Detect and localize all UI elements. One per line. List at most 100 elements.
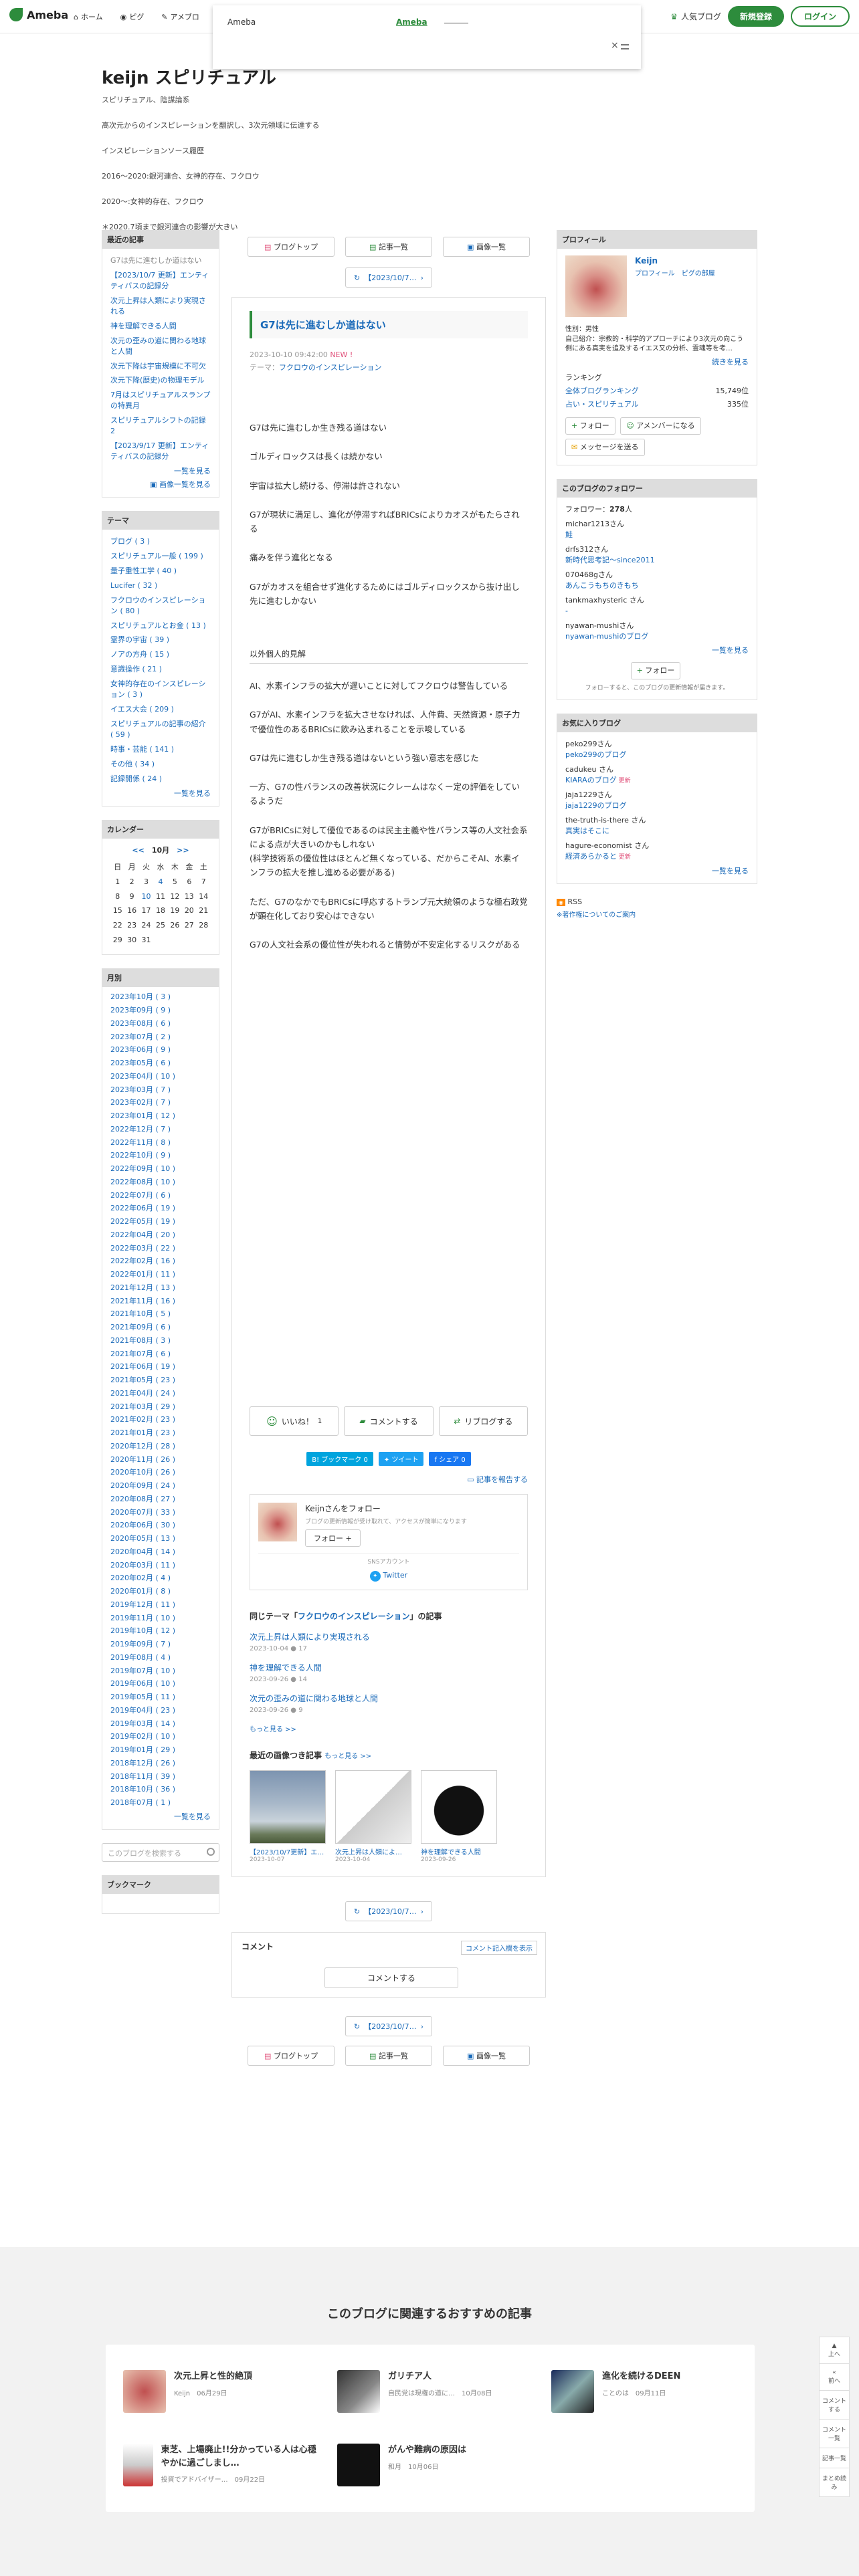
monthly-link[interactable]: 2023年07月 ( 2 ) bbox=[110, 1033, 171, 1041]
prev-article-button[interactable]: ↻ 【2023/10/7… › bbox=[345, 267, 433, 288]
monthly-item[interactable]: 2022年11月 ( 8 ) bbox=[110, 1138, 211, 1148]
monthly-item[interactable]: 2022年02月 ( 16 ) bbox=[110, 1257, 211, 1266]
theme-link[interactable]: 量子重性工学 ( 40 ) bbox=[110, 566, 177, 575]
monthly-item[interactable]: 2019年02月 ( 10 ) bbox=[110, 1732, 211, 1741]
monthly-link[interactable]: 2020年07月 ( 33 ) bbox=[110, 1508, 175, 1517]
monthly-link[interactable]: 2019年09月 ( 7 ) bbox=[110, 1640, 171, 1648]
calendar-next[interactable]: >> bbox=[177, 846, 189, 855]
facebook-share-button[interactable]: f シェア 0 bbox=[429, 1452, 471, 1467]
side-article-list-button[interactable]: 記事一覧 bbox=[820, 2448, 849, 2468]
tweet-button[interactable]: ✦ ツイート bbox=[378, 1452, 424, 1467]
calendar-day[interactable]: 25 bbox=[153, 918, 167, 933]
recent-article-link[interactable]: G7は先に進むしか道はない bbox=[110, 256, 202, 265]
theme-more-link[interactable]: 一覧を見る bbox=[110, 788, 211, 799]
monthly-link[interactable]: 2022年06月 ( 19 ) bbox=[110, 1204, 175, 1212]
theme-link[interactable]: 女神的存在のインスピレーション ( 3 ) bbox=[110, 679, 206, 699]
monthly-link[interactable]: 2020年02月 ( 4 ) bbox=[110, 1574, 171, 1582]
search-icon[interactable] bbox=[207, 1847, 215, 1856]
theme-item[interactable]: 量子重性工学 ( 40 ) bbox=[110, 566, 211, 576]
monthly-link[interactable]: 2022年03月 ( 22 ) bbox=[110, 1244, 175, 1253]
theme-item[interactable]: スピリチュアル一般 ( 199 ) bbox=[110, 551, 211, 562]
monthly-item[interactable]: 2019年03月 ( 14 ) bbox=[110, 1719, 211, 1729]
favorite-blog-link[interactable]: jaja1229のブログ bbox=[565, 801, 627, 810]
theme-item[interactable]: イエス大会 ( 209 ) bbox=[110, 704, 211, 715]
signup-button[interactable]: 新規登録 bbox=[727, 6, 784, 27]
monthly-item[interactable]: 2022年01月 ( 11 ) bbox=[110, 1270, 211, 1279]
menu-icon[interactable] bbox=[621, 44, 629, 49]
monthly-link[interactable]: 2021年09月 ( 6 ) bbox=[110, 1323, 171, 1331]
monthly-item[interactable]: 2020年08月 ( 27 ) bbox=[110, 1495, 211, 1504]
article-theme-link[interactable]: フクロウのインスピレーション bbox=[279, 363, 382, 372]
monthly-item[interactable]: 2023年08月 ( 6 ) bbox=[110, 1019, 211, 1029]
login-button[interactable]: ログイン bbox=[790, 6, 850, 27]
message-button[interactable]: ✉ メッセージを送る bbox=[565, 439, 645, 457]
theme-link[interactable]: 霊界の宇宙 ( 39 ) bbox=[110, 635, 169, 644]
monthly-link[interactable]: 2023年06月 ( 9 ) bbox=[110, 1045, 171, 1054]
side-comment-button[interactable]: コメントする bbox=[820, 2391, 849, 2420]
related-more-link[interactable]: もっと見る >> bbox=[250, 1723, 528, 1733]
monthly-link[interactable]: 2022年09月 ( 10 ) bbox=[110, 1164, 175, 1173]
monthly-link[interactable]: 2022年01月 ( 11 ) bbox=[110, 1270, 175, 1279]
monthly-link[interactable]: 2022年05月 ( 19 ) bbox=[110, 1217, 175, 1226]
like-button[interactable]: ☺ いいね！ 1 bbox=[250, 1406, 339, 1436]
monthly-item[interactable]: 2019年01月 ( 29 ) bbox=[110, 1745, 211, 1755]
monthly-item[interactable]: 2020年03月 ( 11 ) bbox=[110, 1561, 211, 1570]
related-link[interactable]: 神を理解できる人間 bbox=[250, 1663, 322, 1673]
recent-more-link[interactable]: 一覧を見る bbox=[110, 466, 211, 477]
recommend-item[interactable]: 進化を続けるDEEN ことのは 09月11日 bbox=[551, 2370, 752, 2413]
hatena-bookmark-button[interactable]: B! ブックマーク 0 bbox=[306, 1452, 373, 1467]
recommend-item[interactable]: 次元上昇と性的絶頂 Keijn 06月29日 bbox=[123, 2370, 324, 2413]
monthly-item[interactable]: 2023年03月 ( 7 ) bbox=[110, 1085, 211, 1095]
report-link[interactable]: ▭ 記事を報告する bbox=[250, 1474, 528, 1485]
monthly-link[interactable]: 2021年03月 ( 29 ) bbox=[110, 1402, 175, 1411]
calendar-day[interactable]: 11 bbox=[153, 889, 167, 904]
monthly-link[interactable]: 2018年07月 ( 1 ) bbox=[110, 1798, 171, 1807]
monthly-item[interactable]: 2021年11月 ( 16 ) bbox=[110, 1297, 211, 1306]
prev-article-button-3[interactable]: ↻ 【2023/10/7… › bbox=[345, 2016, 433, 2037]
monthly-item[interactable]: 2019年10月 ( 12 ) bbox=[110, 1626, 211, 1636]
tab-image-list[interactable]: ▣ 画像一覧 bbox=[443, 237, 530, 257]
monthly-link[interactable]: 2021年11月 ( 16 ) bbox=[110, 1297, 175, 1305]
profile-avatar[interactable] bbox=[565, 255, 627, 317]
follower-blog-link[interactable]: nyawan-mushiのブログ bbox=[565, 632, 648, 641]
monthly-link[interactable]: 2019年04月 ( 23 ) bbox=[110, 1706, 175, 1715]
theme-link[interactable]: イエス大会 ( 209 ) bbox=[110, 705, 174, 714]
favorite-more-link[interactable]: 一覧を見る bbox=[565, 866, 749, 877]
monthly-item[interactable]: 2022年10月 ( 9 ) bbox=[110, 1151, 211, 1160]
monthly-item[interactable]: 2018年10月 ( 36 ) bbox=[110, 1785, 211, 1794]
calendar-day[interactable]: 30 bbox=[124, 933, 138, 948]
monthly-link[interactable]: 2022年07月 ( 6 ) bbox=[110, 1191, 171, 1200]
calendar-day[interactable]: 17 bbox=[139, 903, 153, 918]
reblog-button[interactable]: ⇄ リブログする bbox=[438, 1406, 528, 1436]
theme-link[interactable]: スピリチュアルとお金 ( 13 ) bbox=[110, 621, 206, 630]
monthly-link[interactable]: 2020年10月 ( 26 ) bbox=[110, 1468, 175, 1477]
monthly-link[interactable]: 2020年03月 ( 11 ) bbox=[110, 1561, 175, 1570]
monthly-item[interactable]: 2022年08月 ( 10 ) bbox=[110, 1178, 211, 1187]
follower-blog-link[interactable]: 新時代思考記〜since2011 bbox=[565, 556, 655, 564]
monthly-item[interactable]: 2023年02月 ( 7 ) bbox=[110, 1098, 211, 1107]
monthly-item[interactable]: 2023年01月 ( 12 ) bbox=[110, 1111, 211, 1121]
monthly-item[interactable]: 2023年10月 ( 3 ) bbox=[110, 992, 211, 1002]
tab-blog-top-bottom[interactable]: ▤ ブログトップ bbox=[248, 2046, 335, 2066]
scroll-top-button[interactable]: ▲ 上へ bbox=[820, 2337, 849, 2364]
image-articles-more[interactable]: もっと見る >> bbox=[324, 1753, 371, 1760]
monthly-link[interactable]: 2023年03月 ( 7 ) bbox=[110, 1085, 171, 1094]
monthly-link[interactable]: 2019年11月 ( 10 ) bbox=[110, 1614, 175, 1622]
theme-item[interactable]: スピリチュアルの記事の紹介 ( 59 ) bbox=[110, 719, 211, 740]
recent-article-link[interactable]: 【2023/9/17 更新】エンティティバスの記録分 bbox=[110, 441, 209, 461]
monthly-link[interactable]: 2019年01月 ( 29 ) bbox=[110, 1745, 175, 1754]
monthly-link[interactable]: 2020年09月 ( 24 ) bbox=[110, 1481, 175, 1490]
monthly-item[interactable]: 2019年11月 ( 10 ) bbox=[110, 1614, 211, 1623]
calendar-day[interactable]: 21 bbox=[197, 903, 211, 918]
monthly-item[interactable]: 2018年12月 ( 26 ) bbox=[110, 1759, 211, 1768]
author-avatar[interactable] bbox=[258, 1503, 297, 1542]
monthly-item[interactable]: 2022年12月 ( 7 ) bbox=[110, 1125, 211, 1134]
monthly-item[interactable]: 2020年01月 ( 8 ) bbox=[110, 1587, 211, 1596]
recent-article-item[interactable]: 次元上昇は人類により実現される bbox=[110, 296, 211, 317]
monthly-item[interactable]: 2023年06月 ( 9 ) bbox=[110, 1045, 211, 1055]
monthly-item[interactable]: 2020年11月 ( 26 ) bbox=[110, 1455, 211, 1465]
monthly-link[interactable]: 2021年06月 ( 19 ) bbox=[110, 1362, 175, 1371]
recommend-item[interactable]: 東芝、上場廃止!!分かっている人は心穏やかに過ごしまし… 投資でアドバイザー… 0… bbox=[123, 2444, 324, 2486]
theme-item[interactable]: スピリチュアルとお金 ( 13 ) bbox=[110, 621, 211, 631]
calendar-day[interactable]: 27 bbox=[182, 918, 196, 933]
